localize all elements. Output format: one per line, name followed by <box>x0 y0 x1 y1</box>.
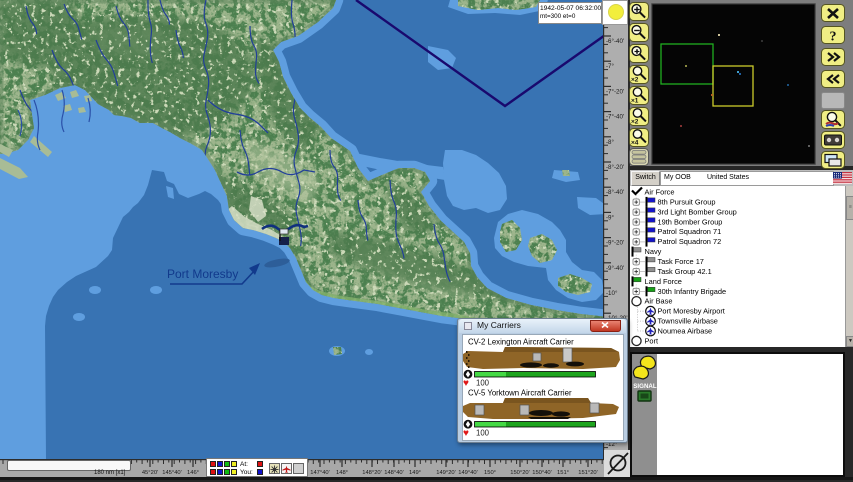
svg-text:30th Infantry Brigade: 30th Infantry Brigade <box>658 287 727 296</box>
svg-text:Air Force: Air Force <box>645 188 675 197</box>
svg-text:-9°-20': -9°-20' <box>606 240 624 247</box>
svg-text:♥: ♥ <box>463 428 469 438</box>
svg-text:151°20': 151°20' <box>578 470 598 476</box>
svg-text:Noumea Airbase: Noumea Airbase <box>658 327 713 336</box>
svg-text:149°40': 149°40' <box>458 470 478 476</box>
svg-text:45°20': 45°20' <box>142 470 158 476</box>
svg-text:-9°: -9° <box>606 214 615 221</box>
svg-text:Land Force: Land Force <box>645 277 682 286</box>
svg-text:Air Base: Air Base <box>645 297 673 306</box>
svg-text:-8°: -8° <box>606 139 615 146</box>
svg-text:-7°-40': -7°-40' <box>606 114 624 121</box>
svg-text:Port Moresby: Port Moresby <box>167 267 238 281</box>
svg-text:Patrol Squadron 72: Patrol Squadron 72 <box>658 237 722 246</box>
svg-text:100: 100 <box>476 429 490 438</box>
svg-text:148°40': 148°40' <box>384 470 404 476</box>
svg-text:♥: ♥ <box>463 378 469 389</box>
svg-text:148°: 148° <box>336 470 348 476</box>
svg-text:-9°-40': -9°-40' <box>606 265 624 272</box>
svg-text:-7°-20': -7°-20' <box>606 88 624 95</box>
svg-text:-6°-40': -6°-40' <box>606 38 624 45</box>
svg-text:?: ? <box>830 30 837 45</box>
svg-text:147°40': 147°40' <box>310 470 330 476</box>
svg-text:×4: ×4 <box>631 140 639 147</box>
svg-text:Task Force 17: Task Force 17 <box>658 257 704 266</box>
svg-text:146°: 146° <box>187 470 199 476</box>
svg-text:Townsville Airbase: Townsville Airbase <box>658 317 718 326</box>
svg-text:148°20': 148°20' <box>362 470 382 476</box>
svg-text:CV-5 Yorktown Aircraft Carrier: CV-5 Yorktown Aircraft Carrier <box>468 389 572 398</box>
svg-text:150°: 150° <box>484 470 496 476</box>
svg-text:3rd Light Bomber Group: 3rd Light Bomber Group <box>658 207 737 216</box>
svg-text:100: 100 <box>476 379 490 388</box>
svg-text:-10°: -10° <box>606 290 618 297</box>
svg-text:151°: 151° <box>557 470 569 476</box>
svg-text:-7°: -7° <box>606 63 615 70</box>
svg-text:×1: ×1 <box>631 98 639 105</box>
svg-text:×2: ×2 <box>631 119 639 126</box>
svg-text:Patrol Squadron 71: Patrol Squadron 71 <box>658 227 722 236</box>
svg-text:CV-2 Lexington Aircraft Carrie: CV-2 Lexington Aircraft Carrier <box>468 338 574 347</box>
svg-text:-8°-40': -8°-40' <box>606 189 624 196</box>
svg-text:Port: Port <box>645 336 659 345</box>
svg-text:150°40': 150°40' <box>532 470 552 476</box>
svg-text:SIGNAL: SIGNAL <box>633 383 657 390</box>
svg-text:Task Group 42.1: Task Group 42.1 <box>658 267 712 276</box>
svg-text:8th Pursuit Group: 8th Pursuit Group <box>658 197 716 206</box>
svg-text:149°: 149° <box>409 470 421 476</box>
svg-text:-8°-20': -8°-20' <box>606 164 624 171</box>
svg-text:×2: ×2 <box>631 77 639 84</box>
svg-text:Navy: Navy <box>645 247 662 256</box>
svg-text:19th Bomber Group: 19th Bomber Group <box>658 217 723 226</box>
svg-text:145°40': 145°40' <box>162 470 182 476</box>
svg-text:Port Moresby Airport: Port Moresby Airport <box>658 307 725 316</box>
svg-text:149°20': 149°20' <box>436 470 456 476</box>
svg-text:150°20': 150°20' <box>510 470 530 476</box>
